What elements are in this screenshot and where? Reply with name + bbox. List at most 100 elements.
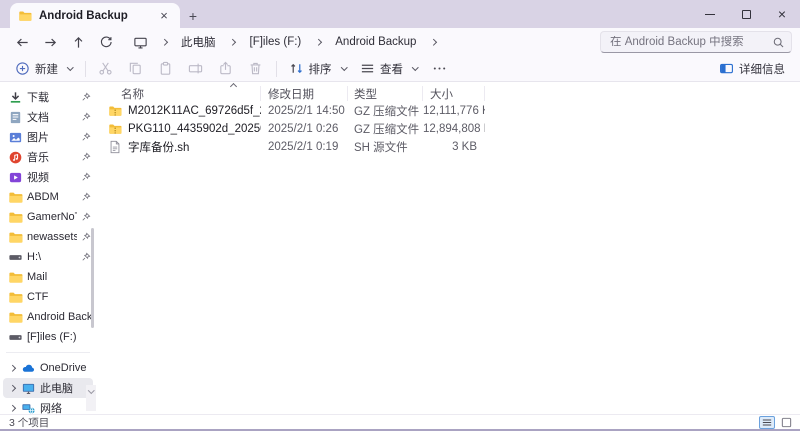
chevron-right-icon[interactable]: [8, 366, 17, 371]
close-button[interactable]: ×: [764, 0, 800, 28]
forward-button[interactable]: [36, 30, 64, 54]
sidebar-item-ctf[interactable]: CTF: [3, 287, 93, 307]
folder-icon: [8, 310, 23, 325]
arrow-right-icon: [43, 35, 58, 50]
up-button[interactable]: [64, 30, 92, 54]
back-button[interactable]: [8, 30, 36, 54]
sidebar-item-videos[interactable]: 视频: [3, 167, 93, 187]
tab-close-icon[interactable]: ×: [156, 8, 172, 24]
copy-button[interactable]: [121, 58, 151, 80]
sidebar-item-onedrive[interactable]: OneDrive: [3, 358, 93, 378]
file-size: 3 KB: [423, 141, 485, 153]
sidebar-item-this-pc[interactable]: 此电脑: [3, 378, 93, 398]
sidebar-item-music[interactable]: 音乐: [3, 147, 93, 167]
this-pc-icon: [133, 35, 148, 50]
folder-icon: [8, 210, 23, 225]
window-controls: ×: [692, 0, 800, 28]
thumbnails-view-toggle[interactable]: [778, 416, 794, 429]
chevron-right-icon[interactable]: [222, 40, 244, 45]
sidebar-item-downloads[interactable]: 下载: [3, 87, 93, 107]
details-pane-button[interactable]: 详细信息: [712, 58, 792, 80]
chevron-right-icon[interactable]: [307, 40, 329, 45]
drive-icon: [8, 250, 23, 265]
new-tab-button[interactable]: +: [180, 3, 206, 28]
location-button[interactable]: [128, 30, 152, 54]
chevron-right-icon[interactable]: [422, 40, 444, 45]
chevron-right-icon[interactable]: [8, 386, 17, 391]
videos-icon: [8, 170, 23, 185]
search-box[interactable]: [600, 31, 792, 53]
folder-icon: [8, 190, 23, 205]
breadcrumb-this-pc[interactable]: 此电脑: [176, 31, 221, 53]
file-row[interactable]: 字库备份.sh 2025/2/1 0:19 SH 源文件 3 KB: [101, 138, 800, 156]
breadcrumb-android-backup[interactable]: Android Backup: [330, 33, 421, 51]
file-size: 12,894,808 KB: [423, 123, 485, 135]
search-input[interactable]: [610, 36, 772, 48]
sidebar-scrollbar-button[interactable]: [86, 385, 96, 411]
trash-icon: [248, 61, 263, 76]
folder-icon: [18, 9, 32, 23]
sidebar-item-mail[interactable]: Mail: [3, 267, 93, 287]
sidebar-item-gamernoti[interactable]: GamerNoTi: [3, 207, 93, 227]
column-header-type[interactable]: 类型: [348, 86, 423, 101]
share-button[interactable]: [211, 58, 241, 80]
view-toggles: [759, 416, 794, 429]
sidebar-item-abdm[interactable]: ABDM: [3, 187, 93, 207]
view-button[interactable]: 查看: [353, 58, 425, 80]
column-header-date-modified[interactable]: 修改日期: [261, 86, 348, 101]
chevron-down-icon: [412, 64, 418, 70]
paste-button[interactable]: [151, 58, 181, 80]
column-headers: 名称 修改日期 类型 大小: [101, 85, 800, 102]
sidebar-separator: [6, 352, 90, 353]
sidebar-item-documents[interactable]: 文档: [3, 107, 93, 127]
sidebar-scrollbar[interactable]: [91, 228, 95, 328]
maximize-button[interactable]: [728, 0, 764, 28]
details-view-toggle[interactable]: [759, 416, 775, 429]
view-icon: [360, 61, 375, 76]
sort-button[interactable]: 排序: [282, 58, 354, 80]
refresh-icon: [99, 35, 113, 49]
sidebar-item-pictures[interactable]: 图片: [3, 127, 93, 147]
rename-button[interactable]: [181, 58, 211, 80]
file-date: 2025/2/1 14:50: [261, 105, 348, 117]
column-header-size[interactable]: 大小: [423, 86, 485, 101]
file-row[interactable]: PKG110_4435902d_20250131.tar.gz 2025/2/1…: [101, 120, 800, 138]
paste-icon: [158, 61, 173, 76]
sidebar-item-android-backup[interactable]: Android Back: [3, 307, 93, 327]
new-button-label: 新建: [35, 61, 58, 77]
chevron-right-icon[interactable]: [153, 40, 175, 45]
more-button[interactable]: [425, 58, 455, 80]
file-date: 2025/2/1 0:19: [261, 141, 348, 153]
file-date: 2025/2/1 0:26: [261, 123, 348, 135]
minimize-button[interactable]: [692, 0, 728, 28]
sidebar-item-drive-f[interactable]: [F]iles (F:): [3, 327, 93, 347]
chevron-down-icon: [341, 64, 347, 70]
arrow-up-icon: [71, 35, 86, 50]
new-button[interactable]: 新建: [8, 58, 80, 80]
tab-android-backup[interactable]: Android Backup ×: [10, 3, 180, 28]
file-row[interactable]: M2012K11AC_69726d5f_20241113.tar.gz 2025…: [101, 102, 800, 120]
pin-icon: [81, 152, 91, 162]
refresh-button[interactable]: [92, 30, 120, 54]
file-type: GZ 压缩文件: [348, 121, 423, 137]
sidebar-item-newassets[interactable]: newassets: [3, 227, 93, 247]
this-pc-icon: [21, 381, 36, 396]
delete-button[interactable]: [241, 58, 271, 80]
thumbnails-view-icon: [781, 417, 792, 428]
cut-button[interactable]: [91, 58, 121, 80]
archive-file-icon: [108, 122, 122, 136]
sidebar-item-network[interactable]: 网络: [3, 398, 93, 418]
column-header-name[interactable]: 名称: [101, 86, 261, 101]
more-icon: [432, 61, 447, 76]
sidebar-item-drive-h[interactable]: H:\: [3, 247, 93, 267]
folder-icon: [8, 290, 23, 305]
close-icon: ×: [778, 7, 786, 21]
breadcrumb-drive-f[interactable]: [F]iles (F:): [245, 33, 307, 51]
documents-icon: [8, 110, 23, 125]
toolbar-separator: [276, 61, 277, 77]
plus-circle-icon: [15, 61, 30, 76]
pin-icon: [81, 172, 91, 182]
chevron-right-icon[interactable]: [8, 406, 17, 411]
breadcrumb: 此电脑 [F]iles (F:) Android Backup: [128, 30, 590, 54]
main-area: 下载 文档 图片 音乐 视频: [0, 82, 800, 414]
